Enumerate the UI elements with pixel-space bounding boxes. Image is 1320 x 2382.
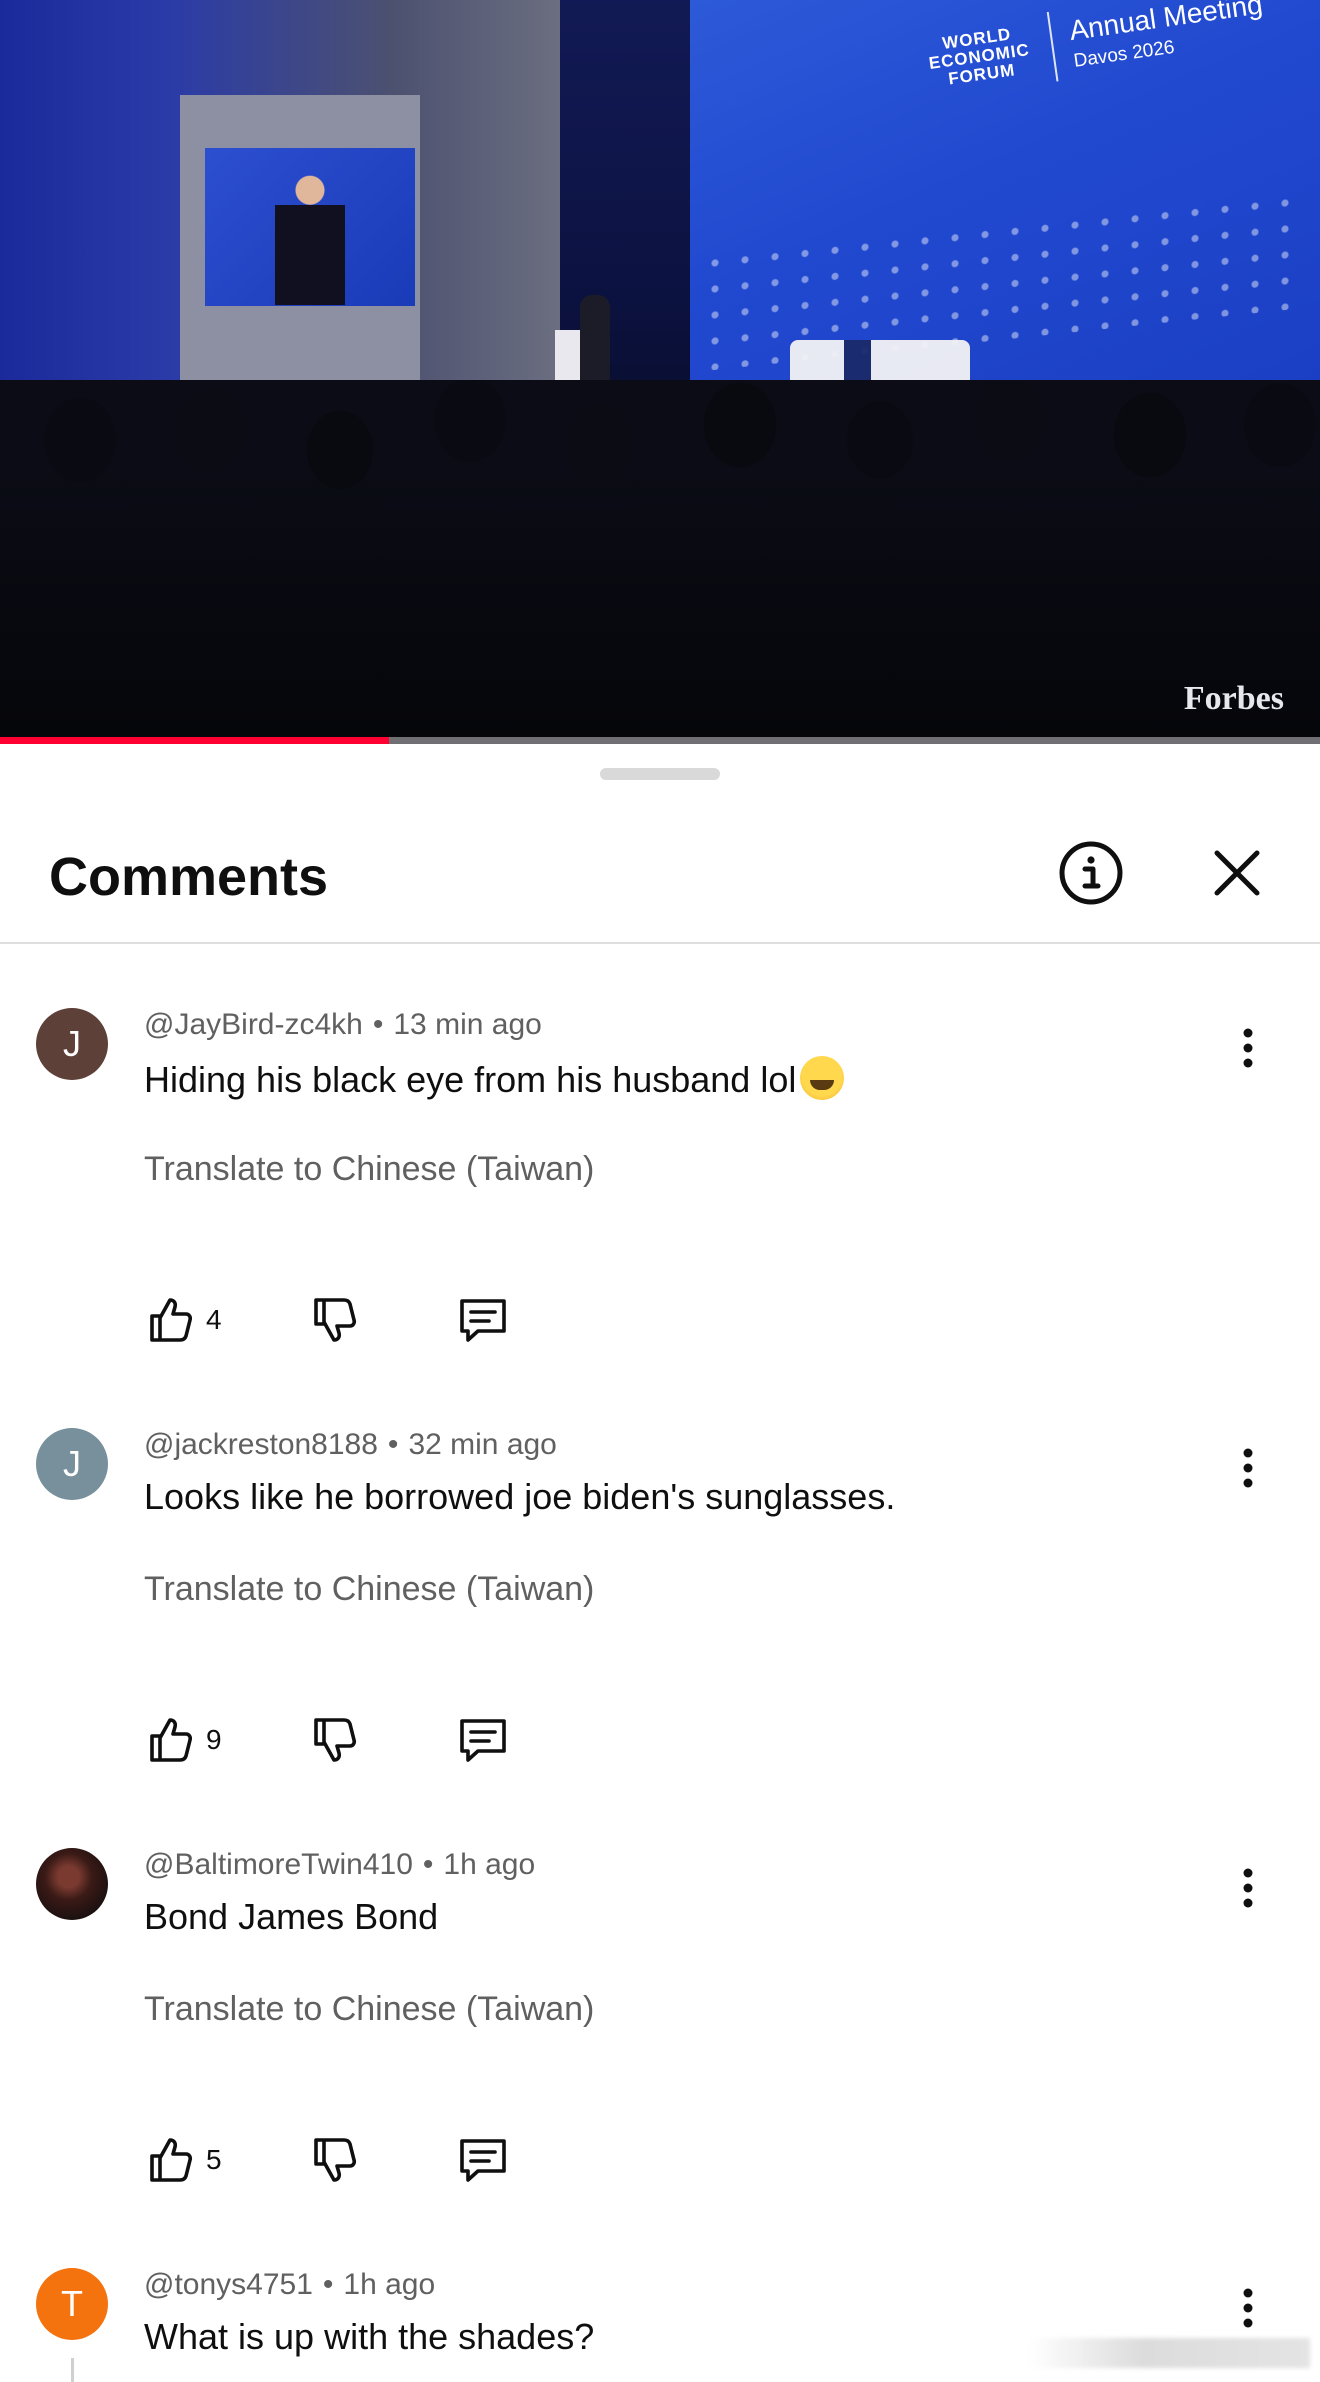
- comment-item: J @jackreston8188 • 32 min ago Looks like …: [0, 1428, 1320, 1848]
- wef-logo-text: WORLD ECONOMIC FORUM: [927, 24, 1031, 89]
- dislike-button[interactable]: [308, 1290, 360, 1350]
- info-circle-icon: [1059, 841, 1123, 905]
- close-button[interactable]: [1192, 828, 1282, 918]
- comment-meta: @BaltimoreTwin410 • 1h ago: [144, 1848, 535, 1882]
- thumbs-up-icon: [150, 1298, 193, 1342]
- like-button[interactable]: 5: [144, 2130, 222, 2190]
- comment-meta: @JayBird-zc4kh • 13 min ago: [144, 1008, 542, 1042]
- video-player[interactable]: WORLD ECONOMIC FORUM Annual Meeting Davo…: [0, 0, 1320, 740]
- avatar[interactable]: J: [36, 1428, 108, 1500]
- comment-time[interactable]: 32 min ago: [408, 1428, 556, 1461]
- more-vertical-icon: [1243, 1868, 1253, 1908]
- meta-separator: •: [322, 2268, 334, 2301]
- reply-comment-icon: [460, 1299, 506, 1342]
- home-indicator: [1030, 2338, 1310, 2368]
- grinning-sweat-emoji: [800, 1056, 845, 1100]
- comment-text-content: Hiding his black eye from his husband lo…: [144, 1059, 797, 1100]
- reply-thread-line: [71, 2358, 74, 2382]
- comment-actions: 9: [144, 1710, 644, 1770]
- comment-item: J @JayBird-zc4kh • 13 min ago Hiding his b…: [0, 1008, 1320, 1428]
- comment-text: Hiding his black eye from his husband lo…: [144, 1056, 845, 1101]
- more-options-button[interactable]: [1218, 1858, 1278, 1918]
- like-count: 9: [206, 1724, 222, 1755]
- video-progress-fill: [0, 737, 390, 744]
- reply-comment-icon: [460, 2139, 506, 2182]
- comment-text: Bond James Bond: [144, 1896, 439, 1937]
- thumbs-up-icon: [150, 2138, 193, 2182]
- thumbs-up-icon: [150, 1718, 193, 1762]
- comment-author[interactable]: @BaltimoreTwin410: [144, 1848, 413, 1881]
- header-divider: [0, 942, 1320, 944]
- comments-header: Comments: [0, 804, 1320, 944]
- reply-button[interactable]: [456, 2130, 510, 2190]
- comment-item: @BaltimoreTwin410 • 1h ago Bond James Bond…: [0, 1848, 1320, 2268]
- comment-text: Looks like he borrowed joe biden's sungl…: [144, 1476, 896, 1517]
- avatar[interactable]: [36, 1848, 108, 1920]
- more-options-button[interactable]: [1218, 1018, 1278, 1078]
- more-vertical-icon: [1243, 1448, 1253, 1488]
- thumbs-down-icon: [314, 2138, 357, 2182]
- more-options-button[interactable]: [1218, 1438, 1278, 1498]
- translate-link[interactable]: Translate to Chinese (Taiwan): [144, 1570, 594, 1609]
- thumbs-down-icon: [314, 1718, 357, 1762]
- comment-meta: @jackreston8188 • 32 min ago: [144, 1428, 557, 1462]
- more-vertical-icon: [1243, 2288, 1253, 2328]
- comment-time[interactable]: 1h ago: [443, 1848, 535, 1881]
- meta-separator: •: [387, 1428, 399, 1461]
- info-button[interactable]: [1046, 828, 1136, 918]
- meta-separator: •: [422, 1848, 434, 1881]
- comment-meta: @tonys4751 • 1h ago: [144, 2268, 435, 2302]
- comments-sheet: Comments J @JayBird-zc4kh • 13 min ago Hid…: [0, 744, 1320, 2382]
- comment-author[interactable]: @tonys4751: [144, 2268, 313, 2301]
- more-options-button[interactable]: [1218, 2278, 1278, 2338]
- speaker-on-screen: [275, 165, 345, 305]
- like-count: 5: [206, 2144, 222, 2175]
- comment-text: What is up with the shades?: [144, 2316, 595, 2357]
- like-button[interactable]: 9: [144, 1710, 222, 1770]
- logo-separator: [1046, 11, 1059, 82]
- translate-link[interactable]: Translate to Chinese (Taiwan): [144, 1150, 594, 1189]
- thumbs-down-icon: [314, 1298, 357, 1342]
- close-x-icon: [1214, 850, 1260, 896]
- dislike-button[interactable]: [308, 2130, 360, 2190]
- comment-time[interactable]: 1h ago: [343, 2268, 435, 2301]
- dislike-button[interactable]: [308, 1710, 360, 1770]
- like-button[interactable]: 4: [144, 1290, 222, 1350]
- comment-author[interactable]: @jackreston8188: [144, 1428, 378, 1461]
- reply-button[interactable]: [456, 1710, 510, 1770]
- avatar[interactable]: T: [36, 2268, 108, 2340]
- reply-comment-icon: [460, 1719, 506, 1762]
- avatar[interactable]: J: [36, 1008, 108, 1080]
- comment-time[interactable]: 13 min ago: [393, 1008, 541, 1041]
- like-count: 4: [206, 1304, 222, 1335]
- reply-button[interactable]: [456, 1290, 510, 1350]
- video-watermark: Forbes: [1183, 680, 1284, 717]
- video-progress-bar[interactable]: [0, 737, 1320, 744]
- meta-separator: •: [372, 1008, 384, 1041]
- comment-actions: 5: [144, 2130, 644, 2190]
- comments-title: Comments: [49, 847, 329, 907]
- drag-handle[interactable]: [600, 768, 720, 780]
- audience-silhouettes: [0, 380, 1320, 740]
- more-vertical-icon: [1243, 1028, 1253, 1068]
- comment-author[interactable]: @JayBird-zc4kh: [144, 1008, 363, 1041]
- translate-link[interactable]: Translate to Chinese (Taiwan): [144, 1990, 594, 2029]
- comment-actions: 4: [144, 1290, 644, 1350]
